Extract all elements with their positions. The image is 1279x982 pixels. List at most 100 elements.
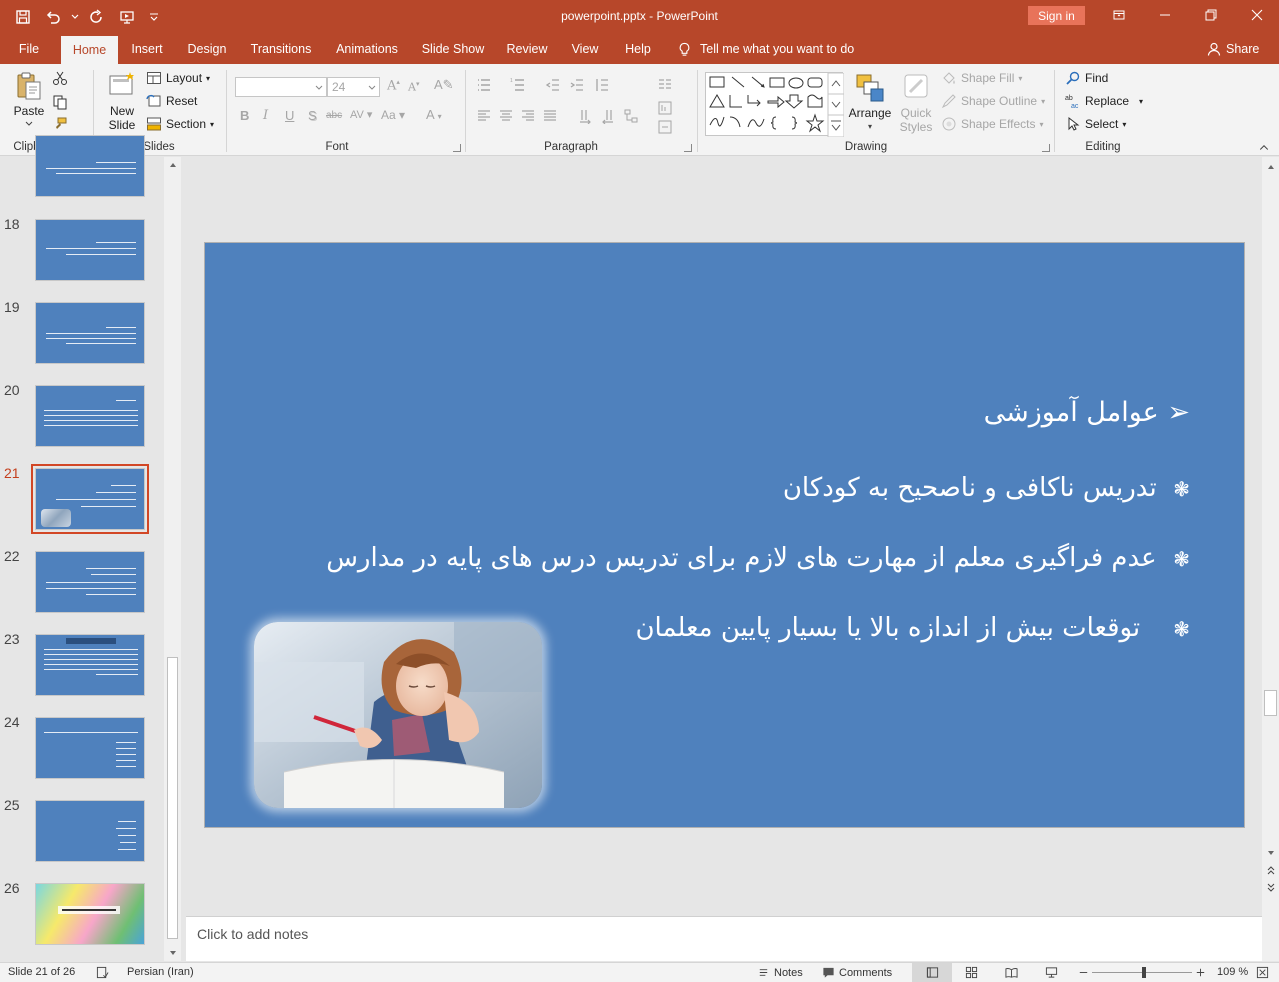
shadow-icon[interactable]: S <box>308 108 317 123</box>
close-icon[interactable] <box>1234 0 1279 30</box>
slide-thumbnail-19[interactable] <box>35 302 145 364</box>
slide-counter[interactable]: Slide 21 of 26 <box>8 966 75 978</box>
shape-effects-button[interactable]: Shape Effects ▾ <box>941 116 1044 132</box>
share-button[interactable]: Share <box>1207 34 1259 64</box>
elbow-connector-shape[interactable] <box>729 95 742 108</box>
slide-bullet-1[interactable]: ❃ تدریس ناکافی و ناصحیح به کودکان <box>740 473 1190 503</box>
tab-animations[interactable]: Animations <box>329 34 405 64</box>
select-button[interactable]: Select ▾ <box>1065 116 1126 132</box>
underline-icon[interactable]: U <box>285 108 294 123</box>
character-spacing-icon[interactable]: AV ▾ <box>350 108 372 121</box>
change-case-icon[interactable]: Aa ▾ <box>381 108 405 122</box>
tab-home[interactable]: Home <box>61 36 118 64</box>
shapes-gallery[interactable] <box>705 72 844 137</box>
restore-icon[interactable] <box>1188 0 1234 30</box>
scrollbar-thumb[interactable] <box>1264 690 1277 716</box>
slide-thumbnail-26[interactable] <box>35 883 145 945</box>
triangle-shape[interactable] <box>709 94 725 108</box>
text-box-shape[interactable] <box>709 76 725 88</box>
comments-toggle[interactable]: Comments <box>822 966 892 979</box>
zoom-level[interactable]: 109 % <box>1217 966 1248 978</box>
paragraph-launcher-icon[interactable] <box>684 144 692 152</box>
slide-thumbnail-23[interactable] <box>35 634 145 696</box>
increase-indent-icon[interactable] <box>569 77 585 96</box>
bullets-icon[interactable] <box>476 77 492 96</box>
fit-to-window-icon[interactable] <box>1256 966 1269 979</box>
justify-icon[interactable] <box>542 108 558 127</box>
slide-show-view-icon[interactable] <box>1045 966 1058 979</box>
align-center-icon[interactable] <box>498 108 514 127</box>
bold-icon[interactable]: B <box>240 108 249 123</box>
ltr-icon[interactable] <box>577 108 593 127</box>
quick-styles-button[interactable]: Quick Styles <box>896 72 936 134</box>
columns-icon[interactable] <box>657 77 673 96</box>
tab-file[interactable]: File <box>8 34 50 64</box>
slide-picture[interactable] <box>254 622 542 808</box>
rectangle-shape[interactable] <box>769 77 785 88</box>
tab-design[interactable]: Design <box>181 34 233 64</box>
slide-thumbnail-25[interactable] <box>35 800 145 862</box>
scrollbar-thumb[interactable] <box>167 657 178 939</box>
tab-slide-show[interactable]: Slide Show <box>415 34 491 64</box>
slide-thumbnail-24[interactable] <box>35 717 145 779</box>
slide-thumbnail[interactable] <box>35 135 145 197</box>
slide-thumbnail-22[interactable] <box>35 551 145 613</box>
right-arrow-shape[interactable] <box>767 95 785 109</box>
thumbnail-scrollbar[interactable] <box>164 157 181 961</box>
font-color-icon[interactable]: A ▾ <box>426 107 442 122</box>
scroll-up-icon[interactable] <box>164 157 181 173</box>
tell-me-search[interactable]: Tell me what you want to do <box>677 34 854 64</box>
section-button[interactable]: Section ▾ <box>146 116 214 132</box>
italic-icon[interactable]: I <box>263 108 268 123</box>
align-text-icon[interactable] <box>657 119 673 138</box>
font-name-combo[interactable] <box>235 77 327 97</box>
next-slide-icon[interactable] <box>1262 879 1279 895</box>
line-shape[interactable] <box>731 76 745 88</box>
replace-button[interactable]: ab ac Replace ▾ <box>1065 93 1143 109</box>
zoom-in-icon[interactable] <box>1194 966 1207 979</box>
decrease-indent-icon[interactable] <box>545 77 561 96</box>
arc-shape[interactable] <box>729 116 741 128</box>
text-direction-icon[interactable] <box>657 100 673 119</box>
find-button[interactable]: Find <box>1065 70 1108 86</box>
tab-view[interactable]: View <box>563 34 607 64</box>
notes-toggle[interactable]: Notes <box>757 966 803 979</box>
slide-bullet-3[interactable]: ❃ توقعات بیش از اندازه بالا یا بسیار پای… <box>600 613 1190 643</box>
notes-pane[interactable]: Click to add notes <box>186 916 1262 961</box>
shape-fill-button[interactable]: Shape Fill ▾ <box>941 70 1022 86</box>
rtl-icon[interactable] <box>600 108 616 127</box>
right-brace-shape[interactable] <box>791 116 797 130</box>
slide-thumbnail-20[interactable] <box>35 385 145 447</box>
normal-view-button[interactable] <box>912 963 952 982</box>
slide-heading[interactable]: ➢ عوامل آموزشی <box>984 397 1190 428</box>
collapse-ribbon-icon[interactable] <box>1258 142 1270 157</box>
arrow-shape[interactable] <box>751 76 765 88</box>
clear-formatting-icon[interactable]: A✎ <box>434 77 454 93</box>
ribbon-display-options-icon[interactable] <box>1096 0 1142 30</box>
curve-shape[interactable] <box>709 116 725 127</box>
previous-slide-icon[interactable] <box>1262 863 1279 879</box>
strikethrough-icon[interactable]: abc <box>326 110 342 121</box>
down-arrow-shape[interactable] <box>784 94 804 109</box>
align-right-icon[interactable] <box>520 108 536 127</box>
oval-shape[interactable] <box>788 77 804 89</box>
zoom-out-icon[interactable] <box>1077 966 1090 979</box>
flowchart-shape[interactable] <box>807 94 823 108</box>
left-brace-shape[interactable] <box>771 116 777 130</box>
new-slide-button[interactable]: New Slide <box>102 70 142 132</box>
slide-scrollbar[interactable] <box>1262 157 1279 961</box>
format-painter-icon[interactable] <box>52 116 68 135</box>
line-spacing-icon[interactable] <box>594 77 610 96</box>
freeform-shape[interactable] <box>747 118 765 128</box>
font-launcher-icon[interactable] <box>453 144 461 152</box>
increase-font-icon[interactable]: A▴ <box>387 78 400 93</box>
arrange-button[interactable]: Arrange ▾ <box>848 72 892 134</box>
scroll-down-icon[interactable] <box>164 945 181 961</box>
shape-outline-button[interactable]: Shape Outline ▾ <box>941 93 1045 109</box>
rounded-rectangle-shape[interactable] <box>807 77 823 88</box>
star-shape[interactable] <box>805 113 825 133</box>
smartart-icon[interactable] <box>623 108 639 127</box>
slide-thumbnail-21[interactable] <box>31 464 149 534</box>
tab-help[interactable]: Help <box>617 34 659 64</box>
slide-sorter-view-icon[interactable] <box>965 966 978 979</box>
